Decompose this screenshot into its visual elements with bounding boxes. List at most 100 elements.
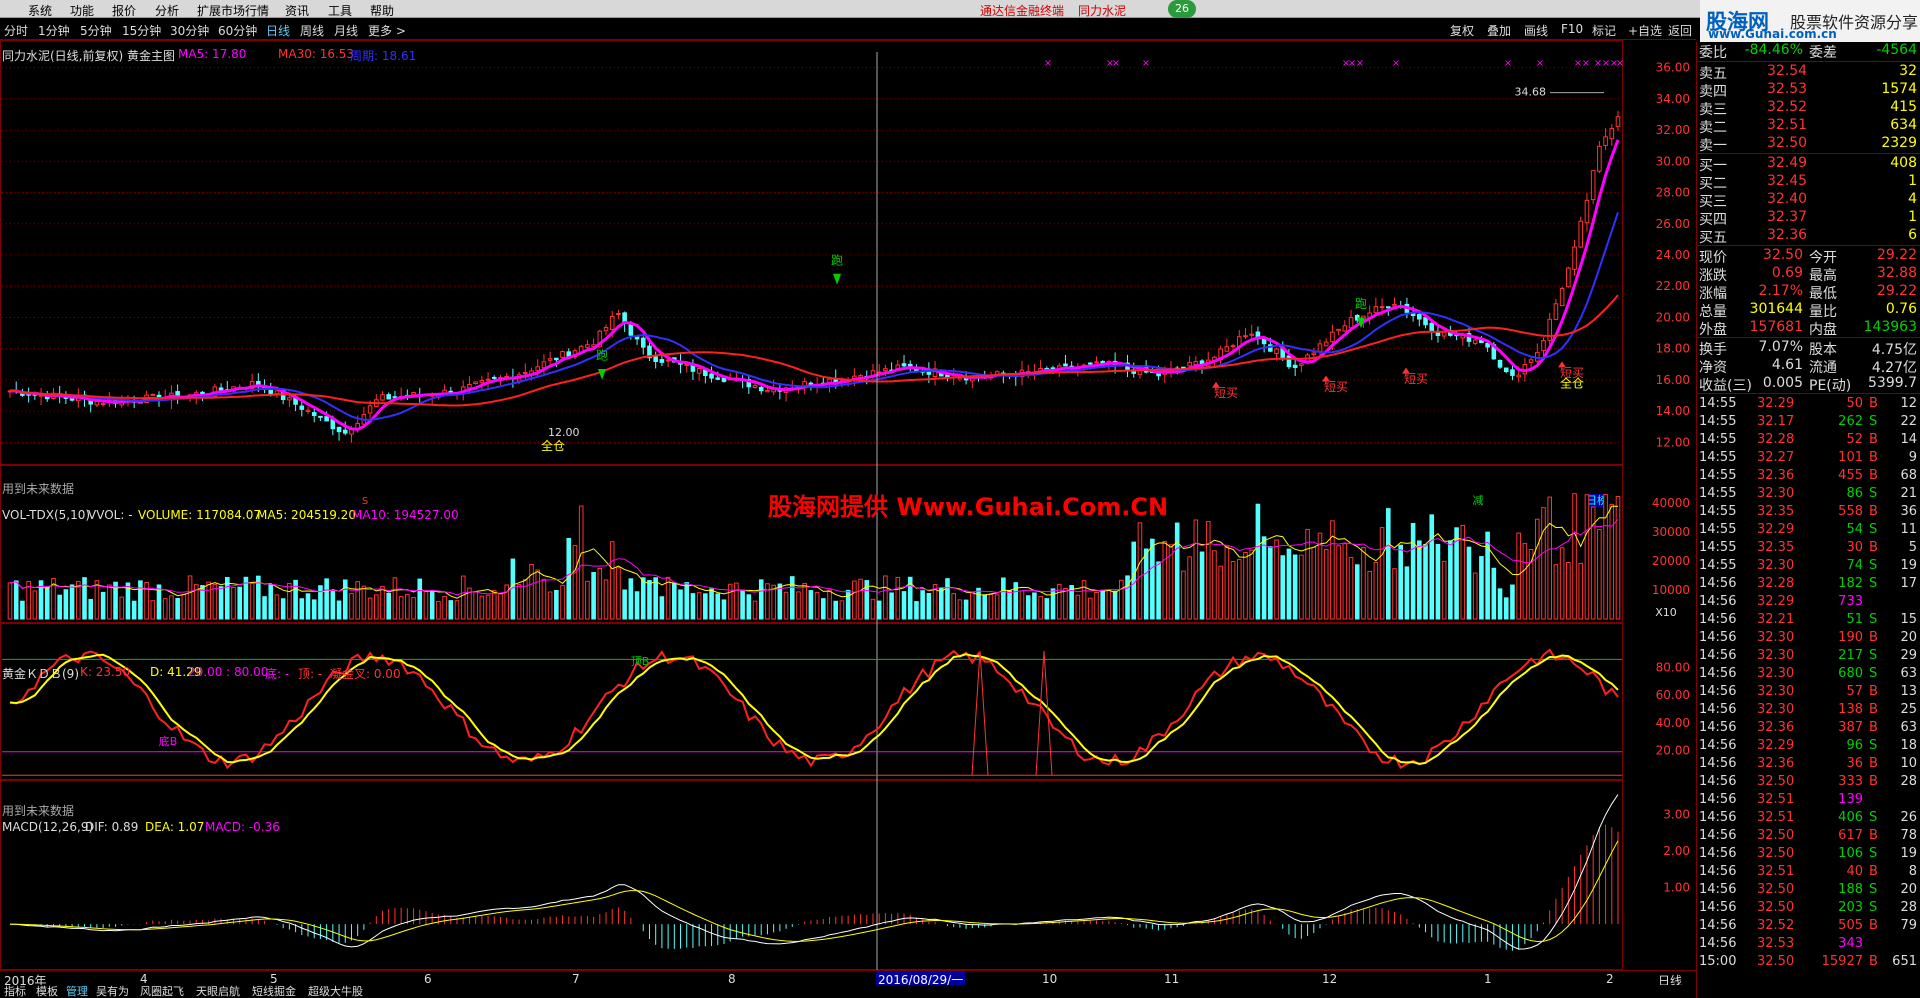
- volume-bar: [1193, 519, 1199, 620]
- candle-body: [1156, 373, 1161, 377]
- volume-bar: [181, 594, 187, 620]
- candle-body: [758, 386, 764, 392]
- tab-tianyan[interactable]: 天眼启航: [196, 985, 240, 998]
- tick-volume: 188: [1838, 882, 1863, 897]
- tick-direction: S: [1869, 558, 1878, 573]
- ask-row: 卖二 32.51 634: [1697, 117, 1920, 136]
- menu-function[interactable]: 功能: [70, 2, 94, 19]
- toolbar-overlay-button[interactable]: 叠加: [1487, 22, 1511, 39]
- x-axis-label: 1: [1484, 972, 1492, 986]
- tick-price: 32.30: [1757, 702, 1795, 717]
- tick-volume: 455: [1838, 468, 1863, 483]
- candle-body: [1087, 362, 1093, 365]
- tab-template[interactable]: 模板: [36, 985, 58, 998]
- period-tab-daily[interactable]: 日线: [266, 22, 290, 39]
- volume-bar: [1255, 503, 1261, 620]
- menu-quote[interactable]: 报价: [112, 2, 136, 19]
- period-tab-weekly[interactable]: 周线: [300, 22, 324, 39]
- menu-system[interactable]: 系统: [28, 2, 52, 19]
- signal-short-buy-label: 短买: [1214, 386, 1238, 400]
- kdb-top-label: 顶B: [631, 655, 650, 668]
- volume-bar: [1435, 543, 1441, 620]
- volume-bar: [758, 579, 764, 620]
- tick-count: 12: [1900, 396, 1917, 411]
- vol-panel-title: VOL-TDX(5,10): [2, 508, 91, 522]
- toolbar-adjust-button[interactable]: 复权: [1450, 22, 1474, 39]
- toolbar-f10-button[interactable]: F10: [1561, 22, 1583, 36]
- main-ma5-value: MA5: 17.80: [178, 47, 247, 61]
- menu-info[interactable]: 资讯: [285, 2, 309, 19]
- period-tab-1min[interactable]: 1分钟: [38, 22, 70, 39]
- tab-fengquan[interactable]: 风圈起飞: [140, 985, 184, 998]
- candle-body: [1609, 128, 1615, 140]
- volume-bar: [1230, 561, 1236, 620]
- volume-bar: [529, 563, 534, 620]
- tick-price: 32.51: [1757, 864, 1795, 879]
- kdb-bottom-value: 底: -: [265, 667, 290, 681]
- notification-badge[interactable]: 26: [1168, 0, 1196, 18]
- menu-help[interactable]: 帮助: [370, 2, 394, 19]
- vol-ma5-value: MA5: 204519.20: [257, 508, 356, 522]
- tick-volume: 139: [1838, 792, 1863, 807]
- tick-time: 14:56: [1699, 792, 1737, 807]
- toolbar-add-watchlist-button[interactable]: +自选: [1628, 22, 1662, 39]
- watermark-text: 股海网提供 Www.Guhai.Com.CN: [768, 493, 1169, 521]
- stat-label: 现价: [1699, 250, 1727, 266]
- period-tab-5min[interactable]: 5分钟: [80, 22, 112, 39]
- signal-run-label: 跑: [1355, 297, 1367, 311]
- tab-indicator[interactable]: 指标: [4, 985, 26, 998]
- indicator-tabs: 指标 模板 管理 吴有为 风圈起飞 天眼启航 短线掘金 超级大牛股: [0, 985, 1696, 998]
- toolbar-mark-button[interactable]: 标记: [1592, 22, 1616, 39]
- volume-axis-tick: 40000: [1652, 496, 1690, 510]
- stat-label: PE(动): [1809, 378, 1852, 394]
- tick-row: 14:56 32.51 139: [1697, 791, 1920, 809]
- menu-extended-market[interactable]: 扩展市场行情: [197, 2, 269, 19]
- volume-bar: [1292, 554, 1298, 620]
- ask-volume: 32: [1899, 63, 1917, 79]
- candle-body: [1342, 325, 1348, 332]
- menu-analysis[interactable]: 分析: [155, 2, 179, 19]
- volume-bar: [1218, 565, 1223, 620]
- toolbar-back-button[interactable]: 返回: [1668, 22, 1692, 39]
- period-tab-60min[interactable]: 60分钟: [218, 22, 257, 39]
- candle-body: [1615, 116, 1621, 127]
- candle-body: [1286, 355, 1292, 368]
- tick-time: 15:00: [1699, 954, 1737, 969]
- tick-price: 32.29: [1757, 738, 1795, 753]
- period-tab-15min[interactable]: 15分钟: [122, 22, 161, 39]
- candle-body: [305, 409, 311, 412]
- tick-count: 36: [1900, 504, 1917, 519]
- ask-price: 32.54: [1767, 63, 1808, 79]
- tick-time: 14:55: [1699, 414, 1737, 429]
- volume-bar: [541, 578, 547, 620]
- stat-value: 2.17%: [1758, 283, 1803, 299]
- tab-duanxian[interactable]: 短线掘金: [252, 985, 296, 998]
- volume-bar: [740, 589, 745, 620]
- candle-body: [883, 368, 888, 372]
- period-tab-monthly[interactable]: 月线: [334, 22, 358, 39]
- tick-count: 5: [1908, 540, 1917, 555]
- menu-tools[interactable]: 工具: [328, 2, 352, 19]
- tick-count: 78: [1900, 828, 1917, 843]
- tick-time: 14:56: [1699, 936, 1737, 951]
- tab-manage[interactable]: 管理: [66, 985, 88, 998]
- promo-terminal[interactable]: 通达信金融终端: [980, 2, 1064, 19]
- stat-label: 内盘: [1809, 322, 1837, 338]
- volume-bar: [1534, 518, 1540, 620]
- tick-row: 14:56 32.51 40 B 8: [1697, 863, 1920, 881]
- period-tab-more[interactable]: 更多 >: [368, 22, 406, 39]
- volume-bar: [417, 578, 423, 620]
- tab-wuyouwei[interactable]: 吴有为: [96, 985, 129, 998]
- ask-label: 卖三: [1699, 102, 1727, 118]
- toolbar-draw-button[interactable]: 画线: [1524, 22, 1548, 39]
- tick-count: 29: [1900, 648, 1917, 663]
- volume-bar: [858, 578, 863, 620]
- period-tab-intraday[interactable]: 分时: [4, 22, 28, 39]
- candle-body: [603, 327, 609, 332]
- tab-chaoji[interactable]: 超级大牛股: [308, 985, 363, 998]
- tick-price: 32.28: [1757, 576, 1795, 591]
- volume-bar: [491, 590, 497, 620]
- period-tab-30min[interactable]: 30分钟: [170, 22, 209, 39]
- volume-bar: [1348, 556, 1354, 620]
- kdb-axis-tick: 20.00: [1656, 743, 1690, 757]
